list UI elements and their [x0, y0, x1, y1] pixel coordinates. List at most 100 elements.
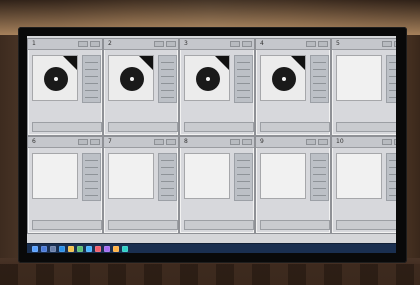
side-panel-row [389, 195, 396, 196]
pane-control-button[interactable] [306, 41, 316, 47]
target-bullseye [44, 67, 68, 91]
camera-pane[interactable]: 6 [27, 136, 103, 234]
store-icon[interactable] [77, 246, 83, 252]
camera-pane[interactable]: 3 [179, 38, 255, 136]
camera-pane[interactable]: 10 [331, 136, 396, 234]
pane-header: 1 [28, 39, 102, 50]
side-panel-row [161, 167, 174, 168]
camera-pane[interactable]: 1 [27, 38, 103, 136]
side-panel-row [161, 160, 174, 161]
side-panel-row [389, 90, 396, 91]
folder-icon[interactable] [68, 246, 74, 252]
pane-control-button[interactable] [166, 41, 176, 47]
app-icon-1[interactable] [95, 246, 101, 252]
camera-pane[interactable]: 8 [179, 136, 255, 234]
side-panel-row [313, 181, 326, 182]
side-panel-row [85, 83, 98, 84]
side-panel-row [389, 174, 396, 175]
pane-footer [260, 220, 330, 230]
side-panel-row [237, 195, 250, 196]
pane-control-button[interactable] [382, 139, 392, 145]
pane-control-button[interactable] [154, 139, 164, 145]
side-panel-row [161, 90, 174, 91]
target-view [108, 55, 154, 101]
pane-label: 7 [108, 138, 112, 145]
pane-control-button[interactable] [394, 139, 396, 145]
empty-view [260, 153, 306, 199]
side-panel-row [389, 167, 396, 168]
pane-label: 4 [260, 40, 264, 47]
pane-control-button[interactable] [318, 139, 328, 145]
edge-icon[interactable] [59, 246, 65, 252]
side-info-panel [386, 153, 396, 201]
pane-control-button[interactable] [230, 139, 240, 145]
side-panel-row [237, 90, 250, 91]
side-info-panel [310, 153, 329, 201]
pane-control-button[interactable] [230, 41, 240, 47]
side-panel-row [237, 83, 250, 84]
pane-control-button[interactable] [78, 41, 88, 47]
search-icon[interactable] [41, 246, 47, 252]
empty-view [108, 153, 154, 199]
camera-pane[interactable]: 7 [103, 136, 179, 234]
pane-label: 2 [108, 40, 112, 47]
pane-header: 9 [256, 137, 330, 148]
app-icon-2[interactable] [104, 246, 110, 252]
app-icon-3[interactable] [113, 246, 119, 252]
pane-control-button[interactable] [78, 139, 88, 145]
side-panel-row [389, 62, 396, 63]
pane-header: 10 [332, 137, 396, 148]
pane-control-button[interactable] [90, 139, 100, 145]
empty-view [184, 153, 230, 199]
pane-header: 6 [28, 137, 102, 148]
side-panel-row [161, 174, 174, 175]
start-icon[interactable] [32, 246, 38, 252]
side-panel-row [161, 188, 174, 189]
app-icon-4[interactable] [122, 246, 128, 252]
pane-footer [184, 220, 254, 230]
side-info-panel [310, 55, 329, 103]
pane-label: 3 [184, 40, 188, 47]
pane-control-button[interactable] [382, 41, 392, 47]
side-panel-row [85, 188, 98, 189]
side-panel-row [237, 181, 250, 182]
camera-pane[interactable]: 2 [103, 38, 179, 136]
task-view-icon[interactable] [50, 246, 56, 252]
side-panel-row [237, 69, 250, 70]
empty-view [32, 153, 78, 199]
pane-control-button[interactable] [242, 41, 252, 47]
side-panel-row [85, 174, 98, 175]
side-panel-row [161, 62, 174, 63]
pane-control-button[interactable] [318, 41, 328, 47]
side-panel-row [161, 181, 174, 182]
pane-control-button[interactable] [306, 139, 316, 145]
side-info-panel [158, 153, 177, 201]
mail-icon[interactable] [86, 246, 92, 252]
pane-control-button[interactable] [166, 139, 176, 145]
camera-pane[interactable]: 5 [331, 38, 396, 136]
pane-label: 8 [184, 138, 188, 145]
side-panel-row [85, 97, 98, 98]
pane-label: 1 [32, 40, 36, 47]
camera-pane[interactable]: 9 [255, 136, 331, 234]
pane-header: 5 [332, 39, 396, 50]
pane-footer [32, 220, 102, 230]
corner-marker-icon [215, 56, 229, 70]
pane-header: 3 [180, 39, 254, 50]
side-panel-row [237, 97, 250, 98]
side-panel-row [389, 83, 396, 84]
pane-control-button[interactable] [154, 41, 164, 47]
pane-control-button[interactable] [242, 139, 252, 145]
pane-control-button[interactable] [90, 41, 100, 47]
monitor-screen: 1 2 3 4 5 6 7 8 9 10 [27, 36, 396, 253]
side-panel-row [313, 160, 326, 161]
side-panel-row [85, 62, 98, 63]
pane-control-button[interactable] [394, 41, 396, 47]
target-view [260, 55, 306, 101]
side-info-panel [234, 153, 253, 201]
camera-pane[interactable]: 4 [255, 38, 331, 136]
pane-label: 9 [260, 138, 264, 145]
pane-footer [32, 122, 102, 132]
side-panel-row [389, 69, 396, 70]
side-panel-row [389, 181, 396, 182]
